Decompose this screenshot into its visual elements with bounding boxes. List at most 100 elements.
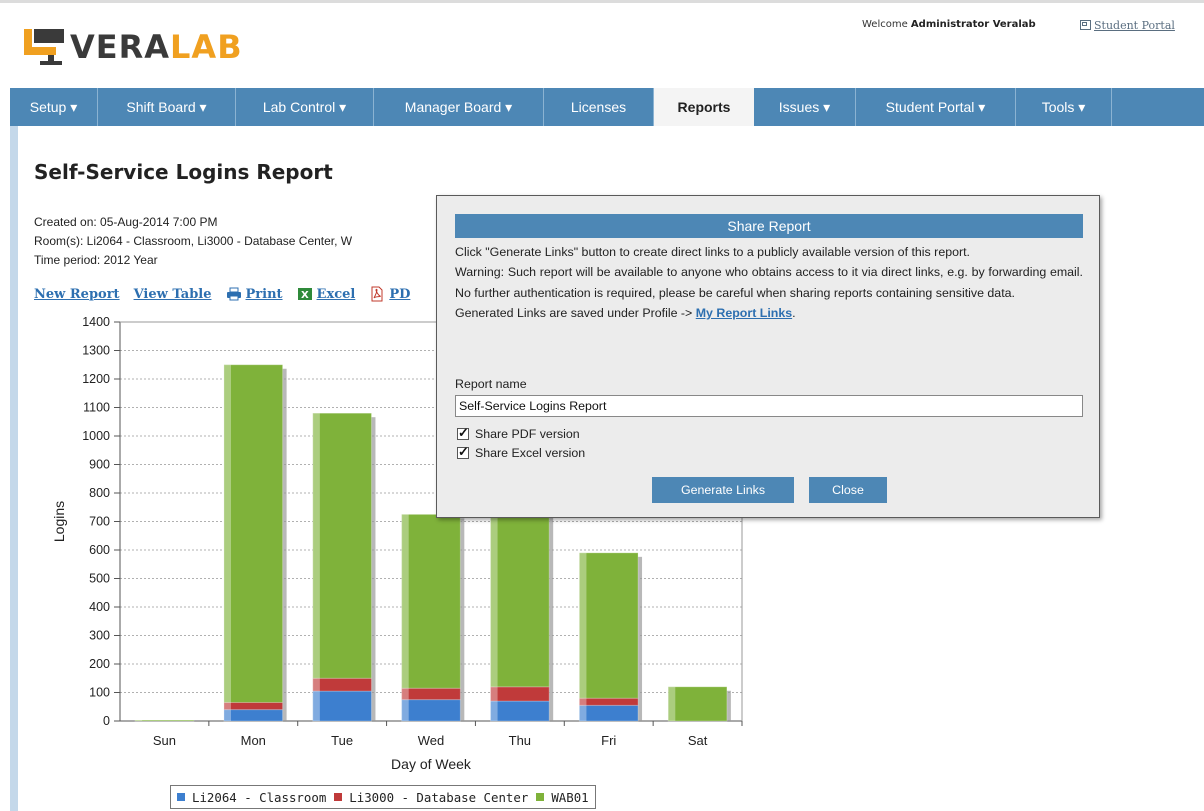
pdf-link[interactable]: PD (369, 286, 410, 302)
nav-student-portal[interactable]: Student Portal ▾ (856, 88, 1016, 126)
printer-icon (226, 287, 241, 301)
bar-segment (312, 412, 372, 679)
logo-text: VERALAB (70, 28, 243, 66)
y-tick-label: 1200 (82, 372, 110, 386)
y-tick-label: 1100 (83, 401, 110, 415)
bar-highlight (490, 510, 498, 687)
legend-label-li2064: Li2064 - Classroom (192, 789, 327, 805)
my-report-links-link[interactable]: My Report Links (696, 306, 792, 320)
dialog-instructions: Click "Generate Links" button to create … (455, 245, 970, 259)
nav-licenses[interactable]: Licenses (544, 88, 654, 126)
y-tick-label: 1000 (82, 429, 110, 443)
x-axis-label: Day of Week (391, 756, 472, 772)
y-tick-label: 500 (89, 572, 110, 586)
share-excel-checkbox[interactable] (457, 444, 469, 460)
share-pdf-option[interactable]: Share PDF version (457, 425, 580, 441)
bar-highlight (312, 691, 320, 721)
print-link[interactable]: Print (226, 287, 283, 302)
bar-highlight (135, 720, 143, 721)
bar-segment (490, 509, 550, 688)
y-tick-label: 900 (89, 458, 110, 472)
bar-highlight (223, 709, 232, 721)
student-portal-link[interactable]: Student Portal (1080, 19, 1175, 32)
x-tick-label: Sun (153, 733, 176, 748)
y-tick-label: 300 (89, 629, 110, 643)
excel-icon: X (297, 288, 312, 301)
y-axis-label: Logins (51, 501, 67, 542)
bar-highlight (312, 413, 320, 679)
legend-label-wab01: WAB01 (551, 789, 589, 805)
legend-swatch-wab01 (536, 793, 545, 801)
y-tick-label: 100 (89, 686, 110, 700)
close-button[interactable]: Close (809, 477, 887, 503)
view-table-link[interactable]: View Table (134, 287, 212, 302)
welcome-text: Welcome Administrator Veralab (862, 19, 1036, 30)
y-tick-label: 400 (89, 600, 110, 614)
y-tick-label: 600 (89, 543, 110, 557)
nav-lab-control[interactable]: Lab Control ▾ (236, 88, 374, 126)
legend-label-li3000: Li3000 - Database Center (349, 789, 529, 805)
time-period: Time period: 2012 Year (34, 253, 158, 267)
nav-issues[interactable]: Issues ▾ (754, 88, 856, 126)
veralab-logo[interactable]: VERALAB (22, 25, 243, 69)
chart-legend: Li2064 - Classroom Li3000 - Database Cen… (170, 785, 596, 809)
bar-highlight (223, 702, 232, 710)
rooms: Room(s): Li2064 - Classroom, Li3000 - Da… (34, 234, 353, 248)
nav-manager-board[interactable]: Manager Board ▾ (374, 88, 544, 126)
report-name-input[interactable] (455, 395, 1083, 417)
bar-segment (223, 709, 284, 722)
nav-tools[interactable]: Tools ▾ (1016, 88, 1112, 126)
bar-highlight (401, 699, 409, 721)
nav-reports[interactable]: Reports (654, 88, 754, 126)
pdf-icon (371, 286, 383, 302)
legend-swatch-li3000 (334, 793, 343, 801)
y-tick-label: 200 (89, 657, 110, 671)
bar-highlight (401, 514, 409, 689)
bar-segment (312, 690, 372, 722)
legend-swatch-li2064 (177, 793, 185, 801)
x-tick-label: Thu (509, 733, 531, 748)
bar-segment (490, 700, 550, 722)
bar-highlight (579, 705, 587, 721)
bar-highlight (312, 678, 320, 692)
top-header: VERALAB Welcome Administrator Veralab St… (0, 0, 1204, 86)
x-tick-label: Mon (241, 733, 266, 748)
share-pdf-checkbox[interactable] (457, 425, 469, 441)
y-tick-label: 800 (89, 486, 110, 500)
share-report-dialog: Share Report Click "Generate Links" butt… (436, 195, 1100, 518)
bar-highlight (579, 698, 587, 706)
nav-setup[interactable]: Setup ▾ (10, 88, 98, 126)
new-report-link[interactable]: New Report (34, 287, 120, 302)
report-actions: New Report View Table Print X Excel PD (34, 286, 410, 302)
dialog-saved-note: Generated Links are saved under Profile … (455, 306, 796, 321)
bar-segment (578, 552, 639, 699)
bar-highlight (668, 686, 676, 721)
bar-segment (401, 687, 461, 701)
y-tick-label: 1300 (82, 344, 110, 358)
bar-segment (401, 513, 461, 689)
share-excel-option[interactable]: Share Excel version (457, 444, 586, 460)
share-pdf-label: Share PDF version (475, 427, 580, 441)
generate-links-button[interactable]: Generate Links (652, 477, 794, 503)
portal-icon (1080, 20, 1091, 30)
report-name-label: Report name (455, 377, 527, 391)
bar-highlight (401, 688, 409, 700)
nav-shift-board[interactable]: Shift Board ▾ (98, 88, 236, 126)
left-strip (10, 126, 18, 811)
svg-text:X: X (301, 290, 309, 301)
monitor-logo-icon (24, 29, 64, 65)
bar-segment (401, 699, 461, 722)
excel-link[interactable]: X Excel (297, 286, 355, 302)
bar-segment (223, 364, 284, 703)
x-tick-label: Tue (331, 733, 353, 748)
y-tick-label: 700 (89, 515, 110, 529)
bar-highlight (223, 364, 232, 703)
dialog-title: Share Report (455, 214, 1083, 238)
page-title: Self-Service Logins Report (34, 160, 333, 184)
bar-segment (134, 719, 195, 722)
dialog-body: Click "Generate Links" button to create … (455, 242, 1083, 324)
username: Administrator Veralab (910, 19, 1036, 30)
x-tick-label: Sat (688, 733, 708, 748)
bar-segment (578, 704, 639, 722)
share-excel-label: Share Excel version (475, 446, 586, 460)
